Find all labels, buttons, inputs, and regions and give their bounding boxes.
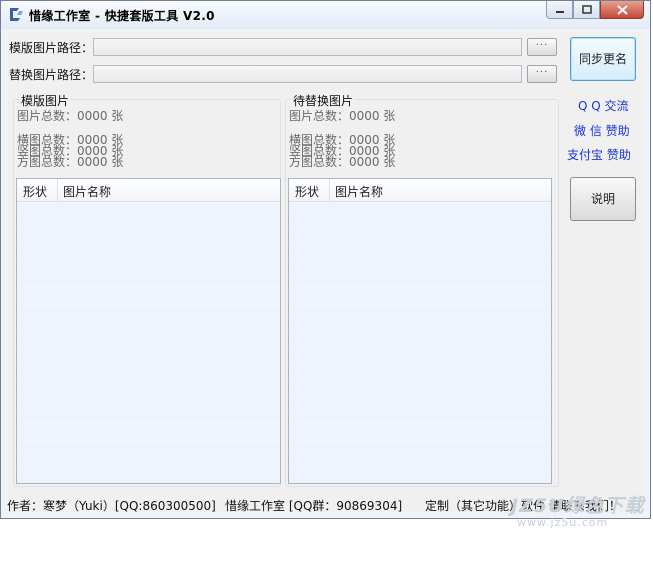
template-list-header: 形状 图片名称 [17,179,280,202]
replace-list-header: 形状 图片名称 [289,179,551,202]
column-image-name[interactable]: 图片名称 [335,183,383,200]
title-bar[interactable]: 惜缘工作室 - 快捷套版工具 V2.0 [1,1,650,29]
close-icon [616,4,628,15]
replace-image-list[interactable]: 形状 图片名称 [288,178,552,484]
author-info: 作者：寒梦（Yuki）[QQ:860300500] [7,499,216,513]
replace-total-count: 图片总数：0000 张 [289,109,396,123]
client-area: 模版图片路径： ··· 替换图片路径： ··· 同步更名 Q Q 交流 微 信 … [7,30,644,529]
replace-browse-button[interactable]: ··· [527,65,557,83]
template-list-body[interactable] [17,202,280,483]
wechat-donate-link[interactable]: 微 信 赞助 [574,122,630,139]
replace-square-count: 方图总数：0000 张 [289,155,396,169]
custom-software-note: 定制（其它功能）软件 请联系我们！ [425,499,621,513]
watermark-url: www.jz5u.com [517,516,609,529]
maximize-icon [581,5,592,14]
template-path-input[interactable] [93,38,522,56]
column-divider[interactable] [57,179,58,201]
sync-rename-button[interactable]: 同步更名 [570,37,636,81]
status-bar: 作者：寒梦（Yuki）[QQ:860300500] 惜缘工作室 [QQ群：908… [7,495,644,513]
maximize-button[interactable] [573,1,600,19]
replace-path-label: 替换图片路径： [9,68,94,82]
column-divider[interactable] [329,179,330,201]
studio-info: 惜缘工作室 [QQ群：90869304] [225,499,403,513]
template-browse-button[interactable]: ··· [527,38,557,56]
template-images-title: 模版图片 [19,92,72,109]
column-shape[interactable]: 形状 [295,183,319,200]
replace-images-title: 待替换图片 [291,92,356,109]
minimize-icon [555,10,564,13]
alipay-donate-link[interactable]: 支付宝 赞助 [567,146,631,163]
template-total-count: 图片总数：0000 张 [17,109,124,123]
template-square-count: 方图总数：0000 张 [17,155,124,169]
replace-list-body[interactable] [289,202,551,483]
column-image-name[interactable]: 图片名称 [63,183,111,200]
help-button[interactable]: 说明 [570,177,636,221]
window-title: 惜缘工作室 - 快捷套版工具 V2.0 [29,9,215,23]
qq-contact-link[interactable]: Q Q 交流 [578,97,629,114]
template-image-list[interactable]: 形状 图片名称 [16,178,281,484]
app-logo-icon [10,8,23,21]
close-button[interactable] [600,1,644,19]
minimize-button[interactable] [546,1,573,19]
replace-path-input[interactable] [93,65,522,83]
template-path-label: 模版图片路径： [9,41,94,55]
app-window: 惜缘工作室 - 快捷套版工具 V2.0 模版图片路径： ··· 替换图片路径： … [0,0,651,529]
column-shape[interactable]: 形状 [23,183,47,200]
